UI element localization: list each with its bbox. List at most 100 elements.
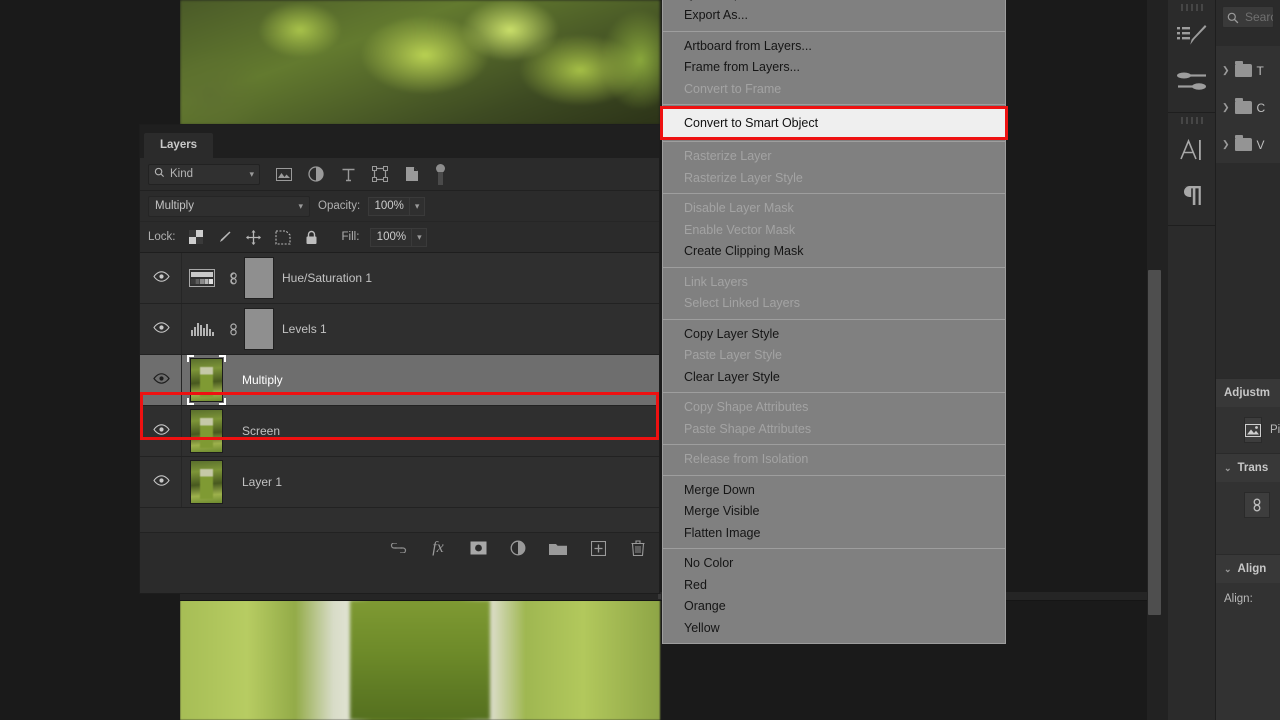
folder-icon (1234, 98, 1252, 114)
menu-item-create-clipping-mask[interactable]: Create Clipping Mask (663, 241, 1005, 263)
layer-name[interactable]: Hue/Saturation 1 (282, 271, 372, 285)
brush-presets-icon[interactable] (1168, 59, 1215, 104)
dock-group-brushes (1168, 0, 1215, 113)
layer-name[interactable]: Layer 1 (242, 475, 282, 489)
delete-layer-icon[interactable] (629, 539, 647, 557)
layer-thumbnail[interactable] (186, 355, 226, 405)
list-item[interactable]: ❯ C (1216, 89, 1280, 126)
mask-link-icon[interactable] (222, 271, 244, 286)
drag-grip[interactable] (1180, 4, 1203, 11)
panel-header-adjustments[interactable]: Adjustm (1216, 379, 1280, 407)
divider (181, 253, 182, 303)
panel-tree: ❯ T ❯ C ❯ V (1216, 46, 1280, 163)
lock-all-icon[interactable] (303, 228, 321, 246)
layer-name[interactable]: Multiply (242, 373, 283, 387)
menu-item-flatten-image[interactable]: Flatten Image (663, 523, 1005, 545)
menu-item-clear-layer-style[interactable]: Clear Layer Style (663, 367, 1005, 389)
menu-item-red[interactable]: Red (663, 575, 1005, 597)
menu-item-orange[interactable]: Orange (663, 596, 1005, 618)
adjustment-layer-filter-icon[interactable] (307, 165, 325, 183)
link-layers-icon[interactable] (389, 539, 407, 557)
menu-item-no-color[interactable]: No Color (663, 553, 1005, 575)
menu-item-convert-to-smart-object[interactable]: Convert to Smart Object (660, 106, 1008, 140)
layer-thumbnail[interactable] (182, 319, 222, 339)
filter-toggle-switch-icon[interactable] (435, 163, 446, 185)
menu-item-merge-visible[interactable]: Merge Visible (663, 501, 1005, 523)
selection-corner (218, 398, 226, 405)
drag-grip[interactable] (1180, 117, 1203, 124)
table-row[interactable]: Hue/Saturation 1 (140, 253, 659, 304)
lock-position-icon[interactable] (245, 228, 263, 246)
list-item[interactable] (1216, 488, 1280, 522)
layer-thumbnail[interactable] (186, 460, 226, 504)
lock-transparent-pixels-icon[interactable] (187, 228, 205, 246)
table-row[interactable]: Screen (140, 406, 659, 457)
mask-link-icon[interactable] (222, 322, 244, 337)
pixel-layer-filter-icon[interactable] (275, 165, 293, 183)
tab-layers[interactable]: Layers (144, 133, 214, 158)
pixel-image-icon[interactable] (1244, 417, 1262, 443)
paragraph-panel-icon[interactable] (1168, 172, 1215, 217)
menu-item-link-layers: Link Layers (684, 274, 748, 289)
lock-artboard-nesting-icon[interactable] (274, 228, 292, 246)
layer-name[interactable]: Screen (242, 424, 280, 438)
lock-image-pixels-icon[interactable] (216, 228, 234, 246)
menu-item-copy-layer-style[interactable]: Copy Layer Style (663, 324, 1005, 346)
layer-visibility-toggle[interactable] (140, 320, 182, 338)
layer-visibility-toggle[interactable] (140, 422, 182, 440)
layer-thumbnail[interactable] (186, 409, 226, 453)
layer-mask-thumbnail[interactable] (244, 257, 274, 299)
opacity-stepper[interactable]: ▾ (410, 196, 426, 216)
blend-mode-value: Multiply (155, 200, 194, 212)
list-item[interactable]: ❯ V (1216, 126, 1280, 163)
menu-item-paste-shape-attributes: Paste Shape Attributes (684, 421, 812, 436)
panel-empty-region (1216, 163, 1280, 378)
fill-input[interactable]: 100% (370, 227, 413, 247)
link-icon[interactable] (1244, 492, 1270, 518)
chevron-down-icon[interactable]: ⌄ (1224, 564, 1232, 575)
list-item[interactable]: Pi (1216, 413, 1280, 447)
new-adjustment-layer-icon[interactable] (509, 539, 527, 557)
chevron-right-icon[interactable]: ❯ (1222, 139, 1230, 150)
panel-header-transform[interactable]: ⌄ Trans (1216, 454, 1280, 482)
menu-separator (663, 392, 1005, 393)
layer-visibility-toggle[interactable] (140, 269, 182, 287)
shape-layer-filter-icon[interactable] (371, 165, 389, 183)
menu-item-artboard-from-layers[interactable]: Artboard from Layers... (663, 36, 1005, 58)
chevron-right-icon[interactable]: ❯ (1222, 65, 1230, 76)
scrollbar-thumb[interactable] (1148, 270, 1161, 615)
new-group-icon[interactable] (549, 539, 567, 557)
opacity-input[interactable]: 100% (368, 196, 411, 216)
menu-item-frame-from-layers[interactable]: Frame from Layers... (663, 57, 1005, 79)
fill-stepper[interactable]: ▾ (412, 227, 428, 247)
add-layer-mask-icon[interactable] (469, 539, 487, 557)
layer-name[interactable]: Levels 1 (282, 322, 327, 336)
type-layer-filter-icon[interactable] (339, 165, 357, 183)
layer-thumbnail[interactable] (182, 268, 222, 288)
chevron-right-icon[interactable]: ❯ (1222, 102, 1230, 113)
menu-item-release-from-isolation: Release from Isolation (684, 452, 809, 466)
layer-mask-thumbnail[interactable] (244, 308, 274, 350)
menu-item-rasterize-layer-style: Rasterize Layer Style (684, 170, 803, 185)
table-row[interactable]: Levels 1 (140, 304, 659, 355)
filter-kind-select[interactable]: Kind ▾ (148, 163, 260, 185)
table-row[interactable]: Layer 1 (140, 457, 659, 508)
table-row[interactable]: Multiply (140, 355, 659, 406)
menu-item-disable-layer-mask: Disable Layer Mask (684, 201, 794, 215)
chevron-down-icon[interactable]: ⌄ (1224, 463, 1232, 474)
character-panel-icon[interactable] (1168, 127, 1215, 172)
brush-settings-icon[interactable] (1168, 14, 1215, 59)
menu-item-yellow[interactable]: Yellow (663, 618, 1005, 640)
chevron-down-icon: ▾ (417, 231, 422, 242)
list-item[interactable]: ❯ T (1216, 52, 1280, 89)
menu-item-export-as[interactable]: Export As... (663, 5, 1005, 27)
new-layer-icon[interactable] (589, 539, 607, 557)
layer-visibility-toggle[interactable] (140, 371, 182, 389)
menu-item-merge-down[interactable]: Merge Down (663, 480, 1005, 502)
layer-visibility-toggle[interactable] (140, 473, 182, 491)
panel-header-align[interactable]: ⌄ Align (1216, 555, 1280, 583)
eye-icon (152, 473, 170, 491)
smart-object-filter-icon[interactable] (403, 165, 421, 183)
blend-mode-select[interactable]: Multiply ▾ (148, 195, 310, 217)
add-layer-style-fx-icon[interactable]: fx (429, 539, 447, 557)
